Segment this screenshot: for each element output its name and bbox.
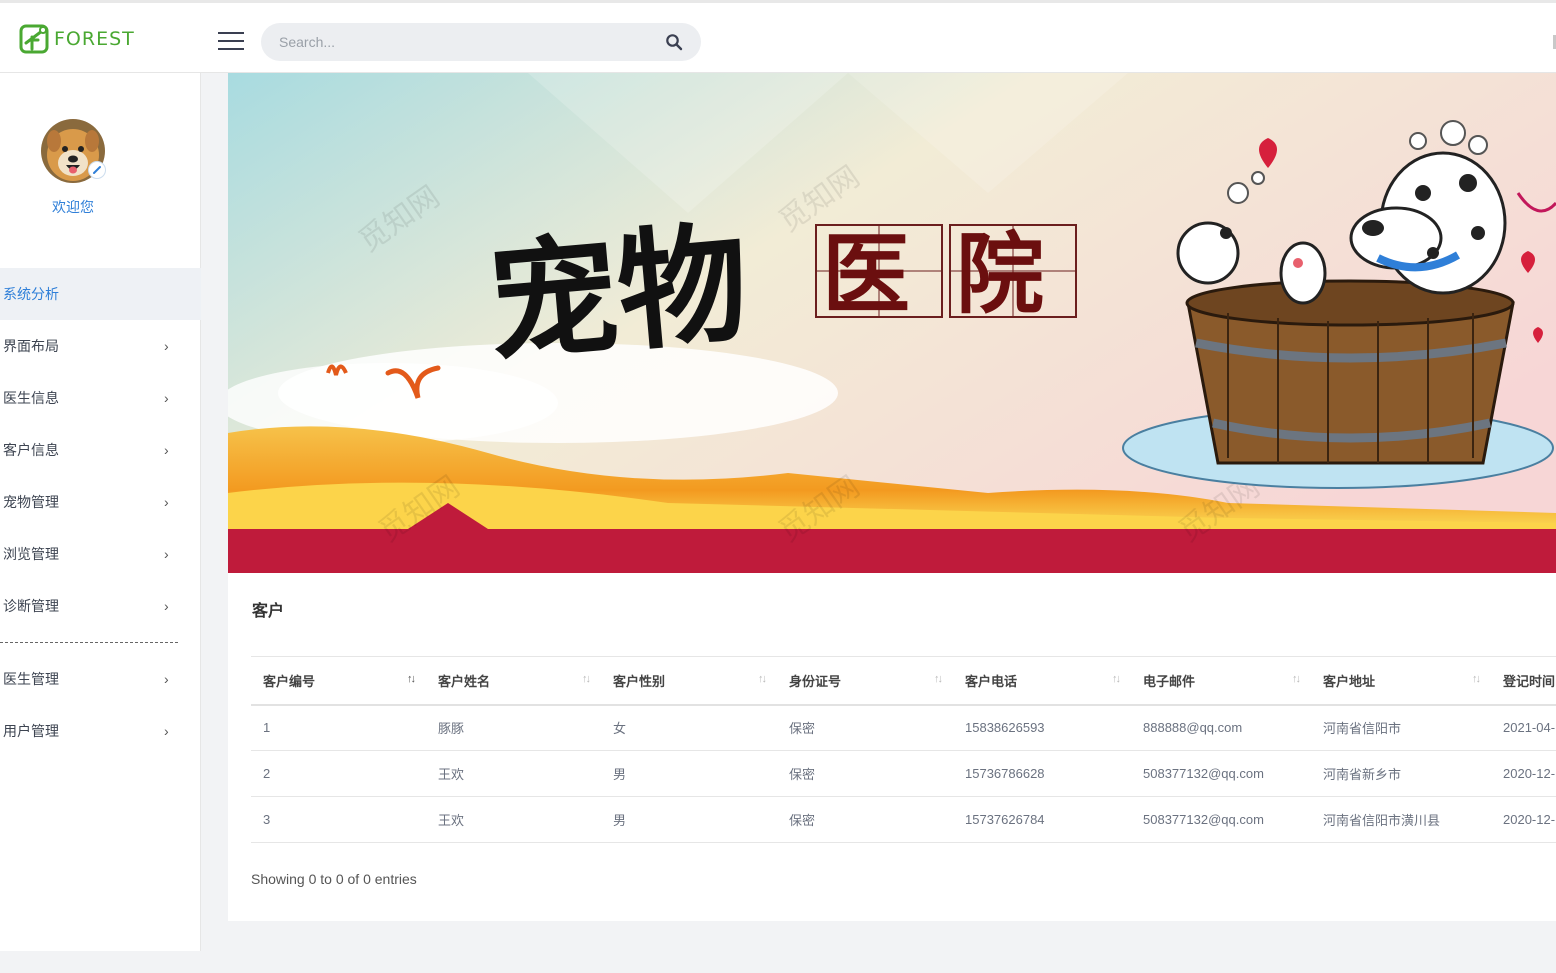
chevron-right-icon: › (164, 494, 169, 510)
cell-register-time: 2021-04- (1491, 704, 1556, 751)
table-row[interactable]: 3 王欢 男 保密 15737626784 508377132@qq.com 河… (251, 796, 1556, 843)
col-header-id-number[interactable]: 身份证号 ↑↓ (777, 656, 953, 706)
edit-avatar-icon[interactable] (88, 161, 106, 179)
welcome-text[interactable]: 欢迎您 (0, 197, 146, 217)
col-header-phone[interactable]: 客户电话 ↑↓ (953, 656, 1131, 706)
cell-email: 508377132@qq.com (1131, 750, 1311, 797)
col-header-customer-gender[interactable]: 客户性别 ↑↓ (601, 656, 777, 706)
customer-panel: 客户 客户编号 ↑↓ 客户姓名 ↑↓ 客户性别 ↑↓ 身份证号 ↑↓ 客户电话 ↑↓ 电子… (228, 573, 1556, 921)
top-header: FOREST (0, 0, 1556, 73)
sort-icon: ↑↓ (582, 673, 591, 685)
col-label: 客户电话 (965, 673, 1018, 689)
sidebar-item-browse-management[interactable]: 浏览管理 › (0, 528, 201, 580)
sidebar-item-label: 客户信息 (3, 442, 59, 458)
cell-email: 888888@qq.com (1131, 704, 1311, 751)
col-label: 身份证号 (789, 673, 842, 689)
chevron-right-icon: › (164, 671, 169, 687)
col-header-email[interactable]: 电子邮件 ↑↓ (1131, 656, 1311, 706)
menu-toggle-icon[interactable] (218, 32, 244, 50)
sidebar-divider (0, 632, 201, 653)
col-label: 客户地址 (1323, 673, 1376, 689)
chevron-right-icon: › (164, 442, 169, 458)
cell-phone: 15737626784 (953, 796, 1131, 843)
cell-register-time: 2020-12- (1491, 796, 1556, 843)
customer-table: 客户编号 ↑↓ 客户姓名 ↑↓ 客户性别 ↑↓ 身份证号 ↑↓ 客户电话 ↑↓ 电子邮件 ↑… (251, 656, 1556, 843)
chevron-right-icon: › (164, 546, 169, 562)
sort-icon: ↑↓ (934, 673, 943, 685)
table-row[interactable]: 1 豚豚 女 保密 15838626593 888888@qq.com 河南省信… (251, 704, 1556, 751)
sidebar-item-analysis[interactable]: 系统分析 (0, 268, 201, 320)
sort-asc-icon: ↑↓ (407, 673, 416, 685)
sidebar: 欢迎您 系统分析 界面布局 › 医生信息 › 客户信息 › 宠物管理 › 浏览管… (0, 73, 201, 951)
cell-address: 河南省信阳市 (1311, 704, 1491, 751)
col-label: 客户编号 (263, 673, 316, 689)
chevron-right-icon: › (164, 598, 169, 614)
sort-icon: ↑↓ (1292, 673, 1301, 685)
col-label: 电子邮件 (1143, 673, 1196, 689)
sort-icon: ↑↓ (758, 673, 767, 685)
sidebar-item-label: 系统分析 (3, 286, 59, 302)
sidebar-item-label: 界面布局 (3, 338, 59, 354)
banner-boxed-char-2: 院 (956, 222, 1044, 326)
chevron-right-icon: › (164, 723, 169, 739)
col-label: 登记时间 (1503, 673, 1556, 689)
cell-customer-id: 2 (251, 750, 426, 797)
logo-text: FOREST (54, 28, 135, 50)
cell-register-time: 2020-12- (1491, 750, 1556, 797)
table-row[interactable]: 2 王欢 男 保密 15736786628 508377132@qq.com 河… (251, 750, 1556, 797)
table-info: Showing 0 to 0 of 0 entries (251, 871, 417, 887)
cell-customer-name: 王欢 (426, 796, 601, 843)
cell-customer-id: 1 (251, 704, 426, 751)
sidebar-item-diagnosis-management[interactable]: 诊断管理 › (0, 580, 201, 632)
pet-hospital-banner: 宠物 医 院 觅知网 觅知网 觅知网 觅知网 觅知网 (228, 73, 1556, 573)
col-label: 客户姓名 (438, 673, 491, 689)
sidebar-item-label: 诊断管理 (3, 598, 59, 614)
sidebar-item-doctor-management[interactable]: 医生管理 › (0, 653, 201, 705)
sort-icon: ↑↓ (1112, 673, 1121, 685)
search-box (261, 23, 701, 61)
cell-customer-id: 3 (251, 796, 426, 843)
banner-brush-title: 宠物 (482, 206, 754, 381)
sidebar-item-customer-info[interactable]: 客户信息 › (0, 424, 201, 476)
sidebar-nav: 系统分析 界面布局 › 医生信息 › 客户信息 › 宠物管理 › 浏览管理 › … (0, 268, 201, 757)
col-label: 客户性别 (613, 673, 666, 689)
cell-customer-name: 王欢 (426, 750, 601, 797)
search-input[interactable] (279, 23, 649, 61)
cell-id-number: 保密 (777, 750, 953, 797)
col-header-customer-id[interactable]: 客户编号 ↑↓ (251, 656, 426, 706)
cell-phone: 15838626593 (953, 704, 1131, 751)
sidebar-item-label: 医生信息 (3, 390, 59, 406)
col-header-address[interactable]: 客户地址 ↑↓ (1311, 656, 1491, 706)
chevron-right-icon: › (164, 390, 169, 406)
cell-customer-gender: 女 (601, 704, 777, 751)
sidebar-item-layout[interactable]: 界面布局 › (0, 320, 201, 372)
cell-address: 河南省新乡市 (1311, 750, 1491, 797)
panel-title: 客户 (252, 603, 285, 620)
chevron-right-icon: › (164, 338, 169, 354)
cell-customer-gender: 男 (601, 796, 777, 843)
table-header-row: 客户编号 ↑↓ 客户姓名 ↑↓ 客户性别 ↑↓ 身份证号 ↑↓ 客户电话 ↑↓ 电子邮件 ↑… (251, 656, 1556, 706)
banner-boxed-char-1: 医 (822, 222, 910, 326)
sidebar-item-label: 用户管理 (3, 723, 59, 739)
col-header-customer-name[interactable]: 客户姓名 ↑↓ (426, 656, 601, 706)
logo[interactable]: FOREST (18, 23, 135, 55)
sidebar-item-label: 宠物管理 (3, 494, 59, 510)
search-icon[interactable] (665, 33, 683, 51)
cell-email: 508377132@qq.com (1131, 796, 1311, 843)
sort-icon: ↑↓ (1472, 673, 1481, 685)
sidebar-item-pet-management[interactable]: 宠物管理 › (0, 476, 201, 528)
cell-phone: 15736786628 (953, 750, 1131, 797)
cell-customer-gender: 男 (601, 750, 777, 797)
sidebar-item-label: 浏览管理 (3, 546, 59, 562)
cell-id-number: 保密 (777, 704, 953, 751)
cell-address: 河南省信阳市潢川县 (1311, 796, 1491, 843)
sidebar-item-user-management[interactable]: 用户管理 › (0, 705, 201, 757)
forest-logo-icon (19, 24, 49, 54)
sidebar-item-doctor-info[interactable]: 医生信息 › (0, 372, 201, 424)
cell-customer-name: 豚豚 (426, 704, 601, 751)
col-header-register-time[interactable]: 登记时间 (1491, 656, 1556, 706)
cell-id-number: 保密 (777, 796, 953, 843)
sidebar-item-label: 医生管理 (3, 671, 59, 687)
banner-illustration: 宠物 医 院 觅知网 觅知网 觅知网 觅知网 觅知网 (228, 73, 1556, 573)
